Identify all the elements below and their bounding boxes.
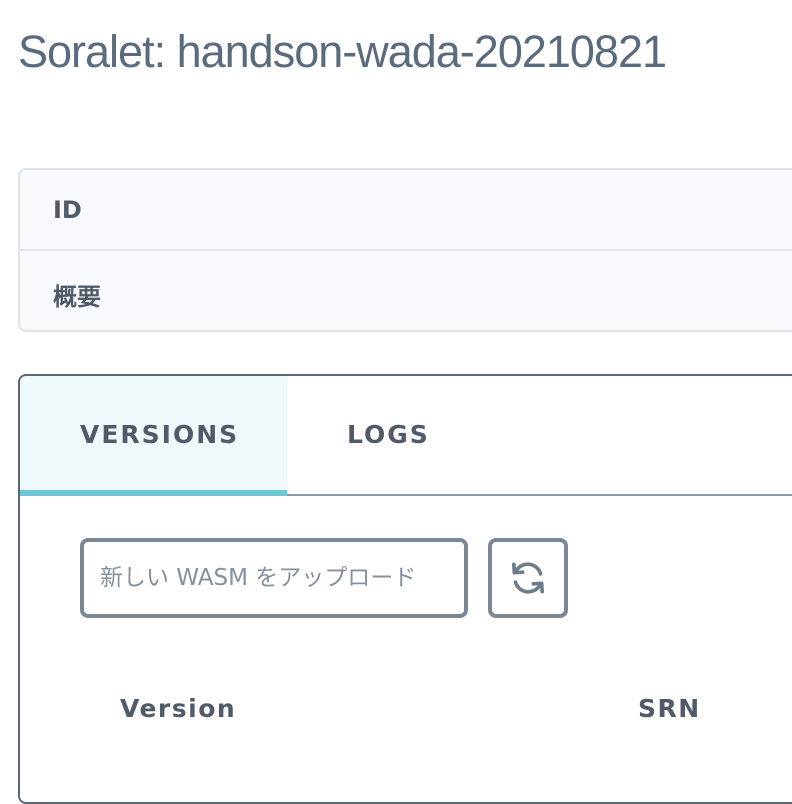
tab-bar: VERSIONS LOGS bbox=[20, 376, 792, 496]
tabs-panel: VERSIONS LOGS Version SRN bbox=[18, 374, 792, 804]
upload-wasm-input[interactable] bbox=[80, 538, 468, 618]
refresh-button[interactable] bbox=[488, 538, 568, 618]
tab-logs-label: LOGS bbox=[347, 420, 430, 449]
column-header-version[interactable]: Version bbox=[120, 694, 236, 723]
soralet-info-card: ID 概要 bbox=[18, 168, 792, 332]
info-label-description: 概要 bbox=[53, 283, 101, 311]
refresh-icon bbox=[512, 562, 544, 594]
tab-logs[interactable]: LOGS bbox=[287, 376, 487, 494]
tab-versions-label: VERSIONS bbox=[80, 420, 240, 449]
page-title: Soralet: handson-wada-20210821 bbox=[18, 26, 667, 77]
info-label-id: ID bbox=[53, 196, 82, 224]
tab-versions[interactable]: VERSIONS bbox=[20, 376, 287, 496]
info-row-id: ID bbox=[20, 170, 792, 251]
column-header-srn[interactable]: SRN bbox=[638, 694, 701, 723]
info-row-description: 概要 bbox=[20, 251, 792, 330]
